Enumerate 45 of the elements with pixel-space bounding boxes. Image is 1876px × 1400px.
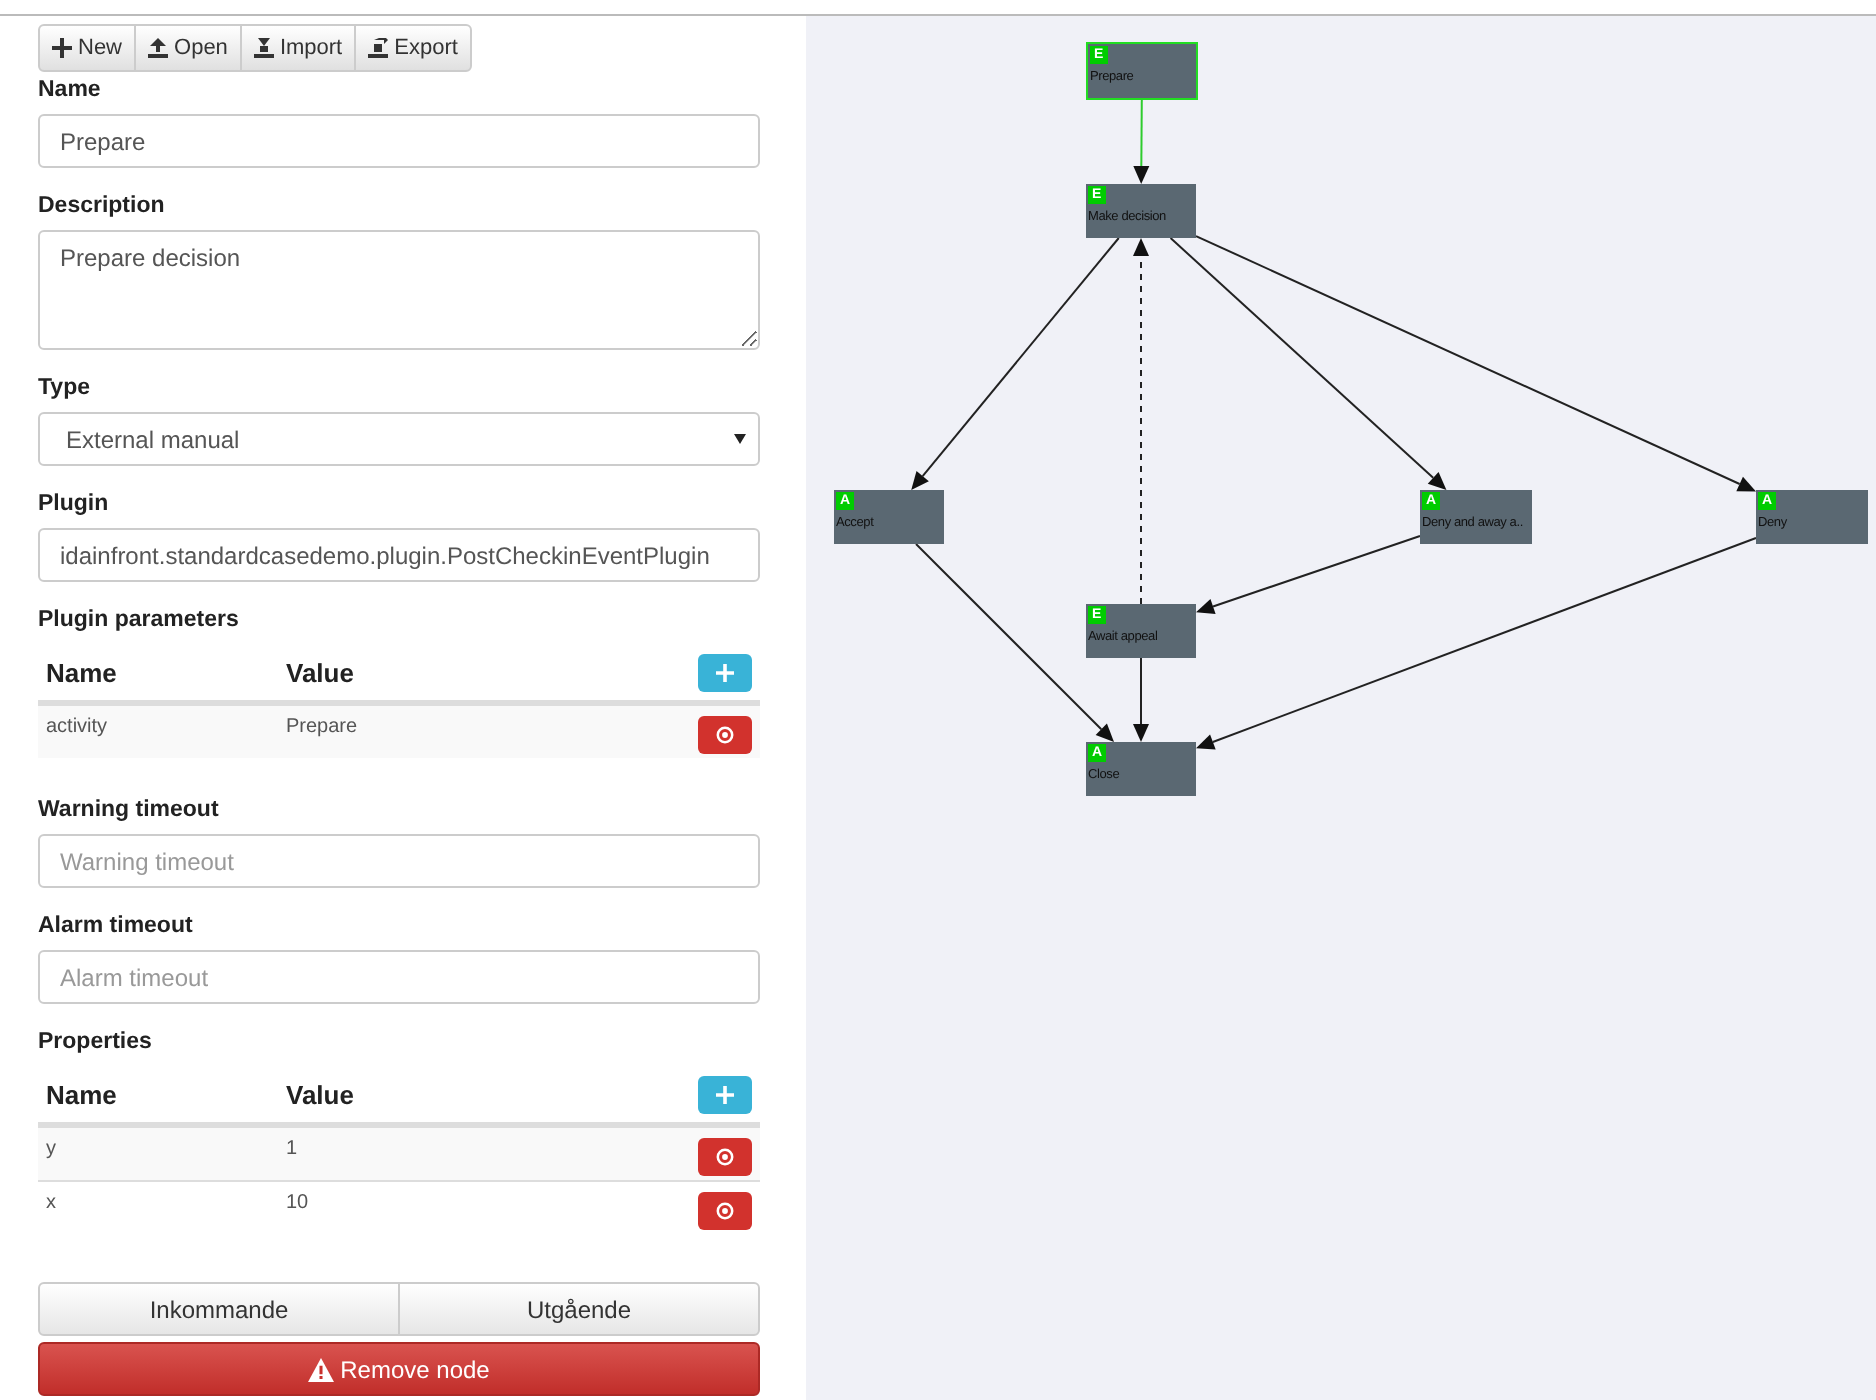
field-label: Name (38, 78, 103, 102)
remove-node-button[interactable]: Remove node (38, 1342, 760, 1396)
plus-icon (716, 1085, 734, 1103)
direction-button[interactable]: Inkommande (38, 1282, 400, 1336)
remove-icon (716, 726, 734, 744)
toolbar-button[interactable]: Import (239, 24, 357, 72)
field-label: Alarm timeout (38, 914, 195, 938)
table-cell-text: 1 (286, 1138, 300, 1160)
table-cell-text: x (46, 1192, 58, 1214)
import-icon (253, 38, 274, 58)
field-label: Description (38, 194, 167, 218)
column-header: Value (286, 657, 356, 687)
field-label: Warning timeout (38, 798, 221, 822)
column-header: Name (46, 657, 119, 687)
toolbar-button[interactable]: Export (354, 24, 472, 72)
table-cell-text: activity (46, 716, 110, 738)
description-field[interactable]: Prepare decision (38, 230, 760, 350)
alarm-timeout-field[interactable]: Alarm timeout (38, 950, 760, 1004)
delete-button[interactable] (698, 716, 752, 754)
plus-icon (716, 663, 734, 681)
export-icon (368, 38, 389, 58)
field-label: Plugin (38, 492, 111, 516)
toolbar-button[interactable]: Open (134, 24, 242, 72)
plus-icon (52, 38, 72, 58)
plugin-field[interactable]: idainfront.standardcasedemo.plugin.PostCheckinEventPlugin (38, 528, 760, 582)
column-header: Name (46, 1079, 119, 1109)
delete-button[interactable] (698, 1192, 752, 1230)
name-field[interactable]: Prepare (38, 114, 760, 168)
toolbar-button[interactable]: New (38, 24, 137, 72)
type-dropdown[interactable]: External manual (38, 412, 760, 466)
section-label: Properties (38, 1030, 154, 1054)
caret-icon (734, 434, 746, 444)
delete-button[interactable] (698, 1138, 752, 1176)
table-cell-text: 10 (286, 1192, 311, 1214)
field-label: Type (38, 376, 92, 400)
warning-timeout-field[interactable]: Warning timeout (38, 834, 760, 888)
remove-icon (716, 1202, 734, 1220)
table-cell-text: y (46, 1138, 58, 1160)
section-label: Plugin parameters (38, 608, 241, 632)
direction-button[interactable]: Utgående (398, 1282, 760, 1336)
warning-icon (308, 1357, 335, 1381)
column-header: Value (286, 1079, 356, 1109)
table-cell-text: Prepare (286, 716, 360, 738)
remove-icon (716, 1148, 734, 1166)
upload-icon (148, 38, 169, 58)
